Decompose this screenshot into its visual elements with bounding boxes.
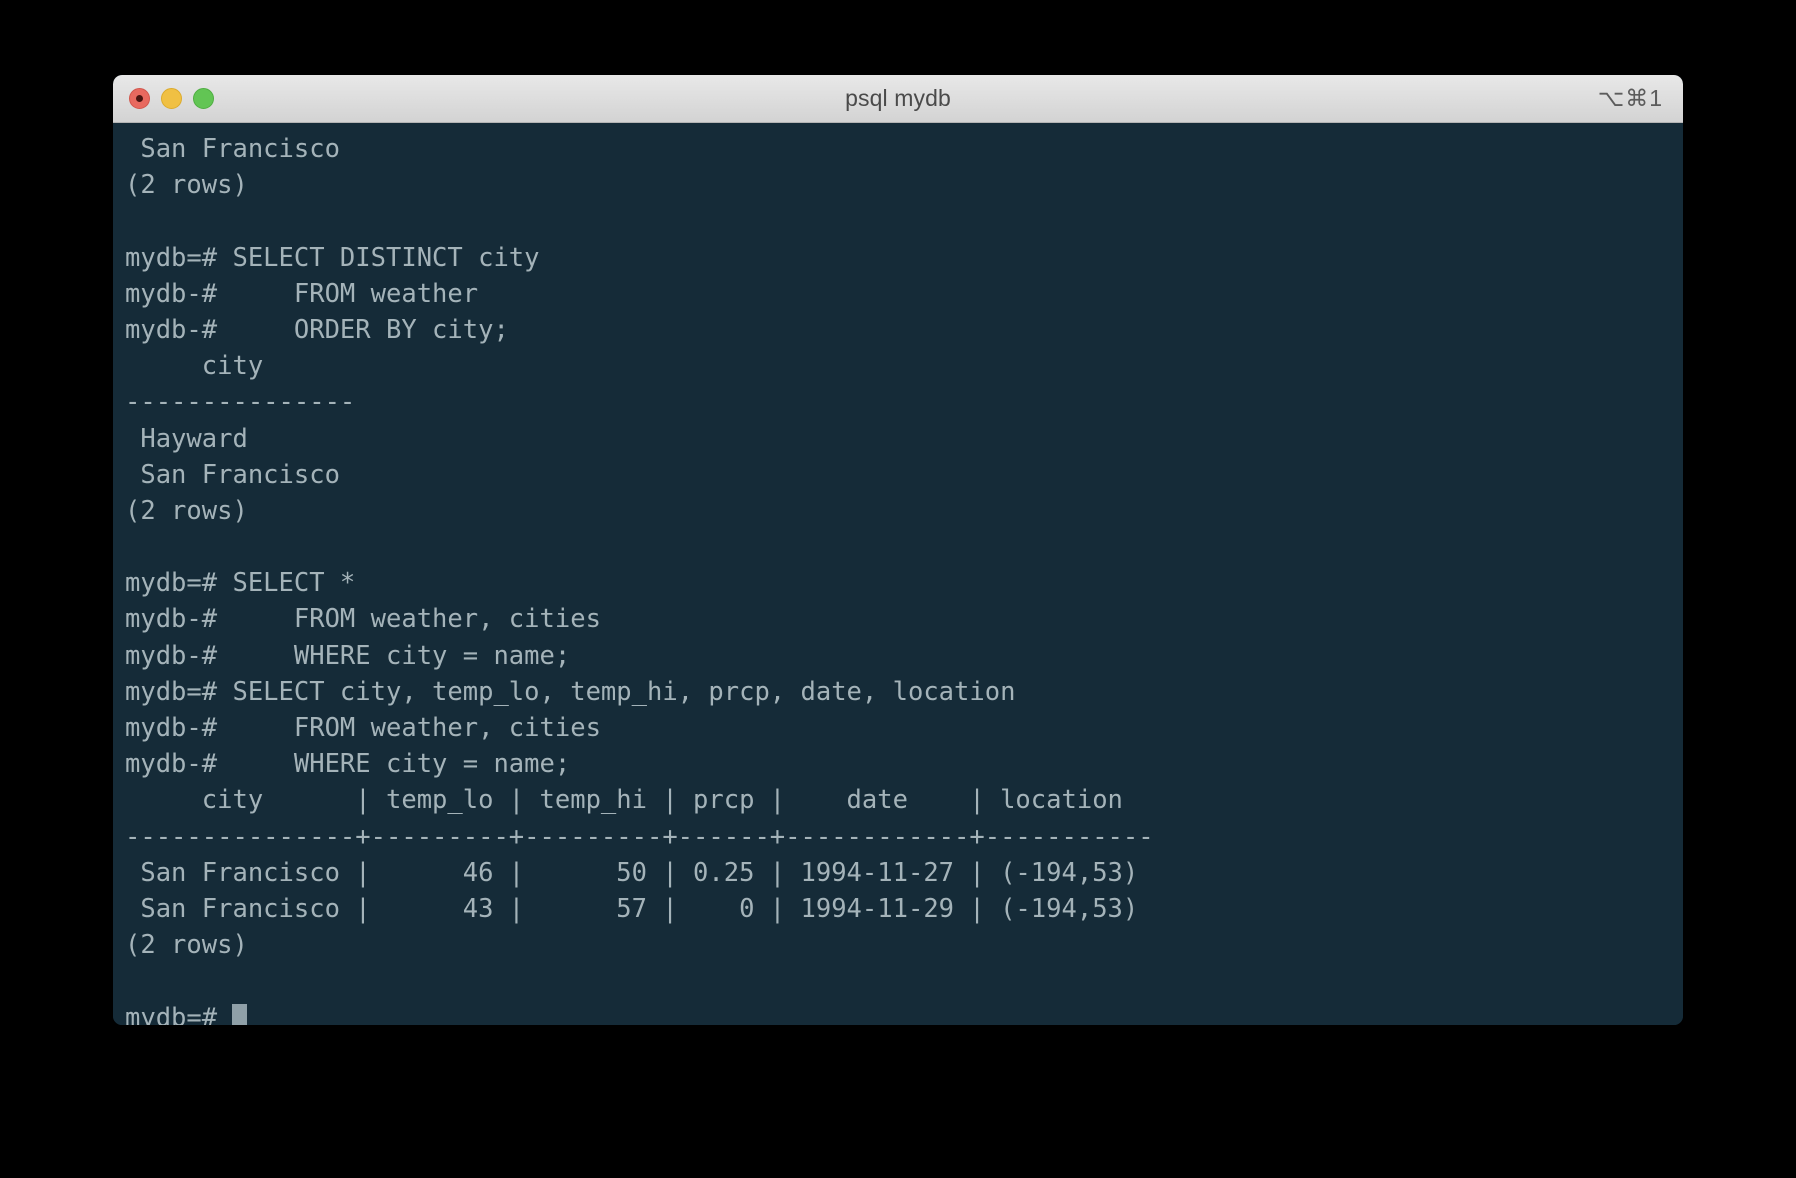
terminal-body[interactable]: San Francisco (2 rows) mydb=# SELECT DISTI…	[113, 123, 1683, 1025]
terminal-line: mydb-# ORDER BY city;	[125, 314, 509, 345]
terminal-line: city | temp_lo | temp_hi | prcp | date |…	[125, 785, 1123, 816]
terminal-line: (2 rows)	[125, 170, 248, 201]
text-cursor	[232, 1003, 248, 1025]
terminal-line: mydb=# SELECT DISTINCT city	[125, 242, 540, 273]
window-title: psql mydb	[845, 85, 951, 111]
terminal-line: Hayward	[125, 423, 248, 454]
terminal-line: San Francisco | 46 | 50 | 0.25 | 1994-11…	[125, 857, 1139, 888]
terminal-line: (2 rows)	[125, 930, 248, 961]
terminal-line: mydb=# SELECT *	[125, 568, 356, 599]
terminal-line: ---------------+---------+---------+----…	[125, 821, 1154, 852]
terminal-line: mydb-# WHERE city = name;	[125, 749, 571, 780]
terminal-line: mydb-# FROM weather	[125, 278, 479, 309]
terminal-line: mydb-# FROM weather, cities	[125, 604, 601, 635]
terminal-line: ---------------	[125, 387, 356, 418]
terminal-line: (2 rows)	[125, 495, 248, 526]
terminal-line: city	[125, 351, 264, 382]
terminal-window[interactable]: psql mydb ⌥⌘1 San Francisco (2 rows) mydb=…	[113, 75, 1683, 1025]
window-titlebar[interactable]: psql mydb ⌥⌘1	[113, 75, 1683, 123]
screen: psql mydb ⌥⌘1 San Francisco (2 rows) mydb=…	[0, 0, 1796, 1178]
terminal-line: mydb=# SELECT city, temp_lo, temp_hi, pr…	[125, 676, 1016, 707]
terminal-output: San Francisco (2 rows) mydb=# SELECT DISTI…	[119, 131, 1683, 1025]
terminal-prompt-line[interactable]: mydb=#	[125, 1000, 1683, 1026]
terminal-line: San Francisco | 43 | 57 | 0 | 1994-11-29…	[125, 893, 1139, 924]
terminal-line: mydb-# FROM weather, cities	[125, 713, 601, 743]
terminal-prompt: mydb=#	[125, 1002, 233, 1026]
terminal-line: San Francisco	[125, 134, 340, 164]
window-shortcut-label: ⌥⌘1	[1597, 85, 1663, 111]
terminal-line: mydb-# WHERE city = name;	[125, 640, 571, 671]
terminal-line: San Francisco	[125, 459, 340, 490]
